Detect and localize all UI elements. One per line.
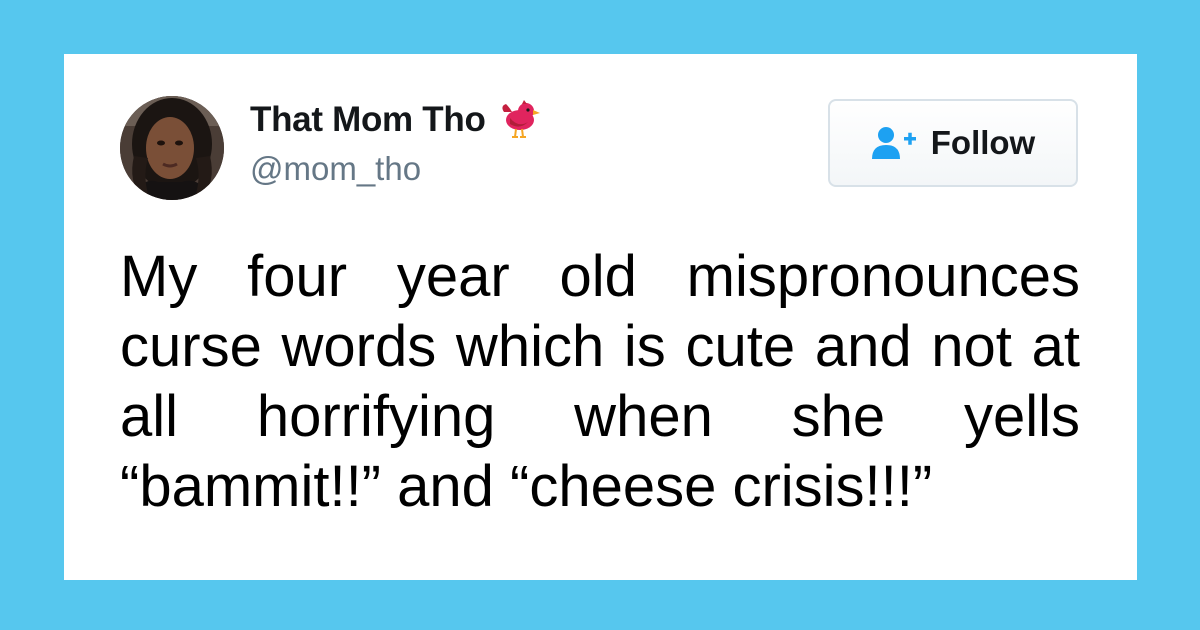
author-name-row: That Mom Tho <box>250 98 542 142</box>
add-user-icon <box>871 125 921 161</box>
author-handle[interactable]: @mom_tho <box>250 150 421 188</box>
author-display-name[interactable]: That Mom Tho <box>250 100 486 140</box>
tweet-text: My four year old mispronounces curse wor… <box>120 244 1080 519</box>
avatar-photo <box>120 96 224 200</box>
tweet-card: That Mom Tho @mom_tho Follow My four yea… <box>64 54 1137 580</box>
avatar[interactable] <box>120 96 224 200</box>
red-bird-icon <box>498 98 542 142</box>
follow-button[interactable]: Follow <box>828 99 1078 187</box>
follow-button-label: Follow <box>930 124 1036 161</box>
